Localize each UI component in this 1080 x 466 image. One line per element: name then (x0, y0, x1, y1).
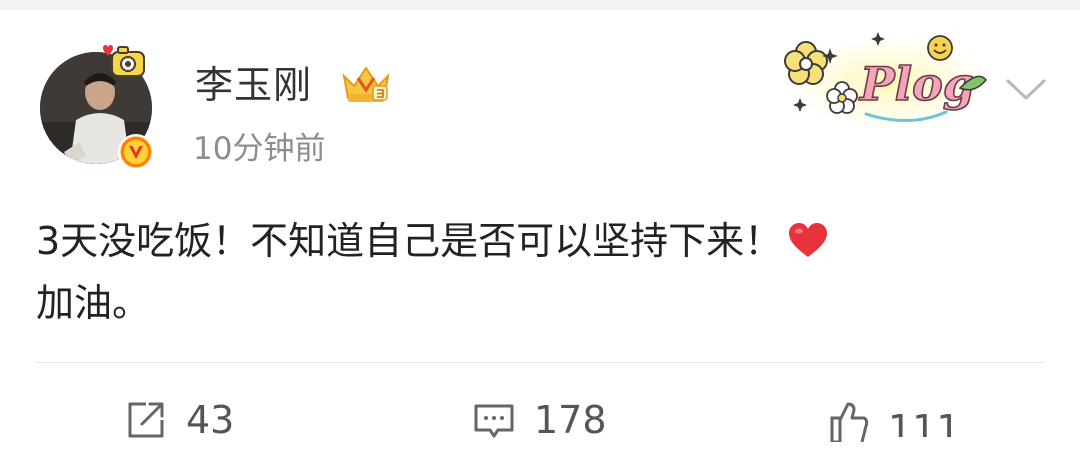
author-name[interactable]: 李玉刚 (195, 66, 312, 104)
comment-bubble-icon (474, 404, 514, 438)
author-avatar-group[interactable] (40, 45, 156, 176)
vip-crown-badge-icon[interactable] (340, 60, 392, 108)
like-button[interactable]: 111 (826, 394, 964, 446)
comment-button[interactable]: 178 (472, 394, 607, 446)
post-text-line2: 加油。 (36, 281, 151, 325)
chevron-down-icon[interactable] (1002, 74, 1050, 104)
like-count: 111 (888, 407, 961, 437)
repost-button[interactable]: 43 (124, 394, 234, 446)
post-text: 3天没吃饭！不知道自己是否可以坚持下来！ 加油。 (36, 210, 1036, 334)
plog-sticker-icon: Plog (784, 32, 990, 129)
weibo-post-card: 李玉刚 10分钟前 Plog 3天没吃饭！不知道自己是否可以坚持下来！ 加油。 … (0, 0, 1080, 466)
post-text-line1: 3天没吃饭！不知道自己是否可以坚持下来！ (36, 219, 783, 263)
share-external-icon (128, 402, 164, 438)
verified-v-icon (118, 134, 154, 170)
post-text-line: 3天没吃饭！不知道自己是否可以坚持下来！ (36, 210, 1036, 272)
divider (36, 362, 1044, 363)
post-timestamp: 10分钟前 (193, 131, 326, 167)
comment-count: 178 (534, 398, 607, 442)
sticker-text: Plog (858, 57, 975, 111)
thumbs-up-icon (830, 402, 869, 442)
camera-sticker-icon (103, 45, 145, 77)
repost-count: 43 (186, 398, 235, 442)
red-heart-emoji-icon (789, 223, 828, 257)
